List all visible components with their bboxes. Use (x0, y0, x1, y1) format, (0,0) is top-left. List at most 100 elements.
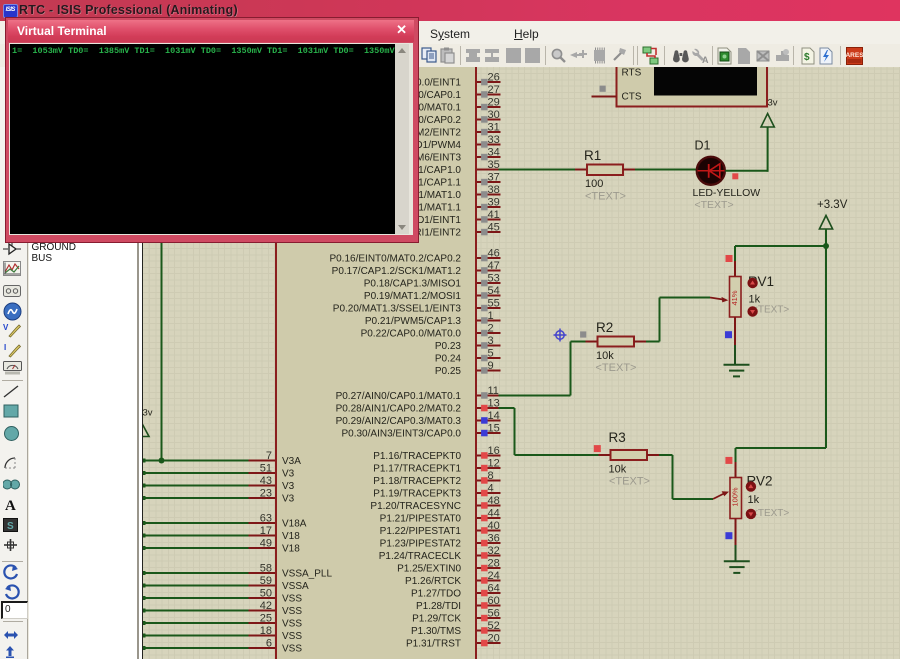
svg-text:50: 50 (260, 588, 272, 600)
svg-text:15: 15 (488, 423, 500, 435)
svg-text:P0.25: P0.25 (435, 366, 462, 377)
svg-text:P0.21/PWM5/CAP1.3: P0.21/PWM5/CAP1.3 (365, 316, 462, 327)
svg-text:43: 43 (260, 475, 272, 487)
svg-text:58: 58 (260, 563, 272, 575)
svg-text:10k: 10k (609, 464, 627, 476)
svg-text:P0.19/MAT1.2/MOSI1: P0.19/MAT1.2/MOSI1 (364, 291, 462, 302)
svg-text:P0.20/MAT1.3/SSEL1/EINT3: P0.20/MAT1.3/SSEL1/EINT3 (333, 304, 462, 315)
svg-text:V18: V18 (282, 531, 300, 542)
svg-text:31: 31 (488, 122, 500, 134)
svg-text:P1.19/TRACEPKT3: P1.19/TRACEPKT3 (373, 489, 461, 500)
svg-text:33: 33 (488, 134, 500, 146)
svg-text:V18: V18 (282, 544, 300, 555)
svg-text:V: V (3, 323, 9, 332)
svg-text:41%: 41% (730, 290, 739, 305)
svg-text:<TEXT>: <TEXT> (585, 191, 626, 203)
svg-text:54: 54 (488, 285, 500, 297)
svg-text:26: 26 (488, 72, 500, 84)
svg-text:V18A: V18A (282, 519, 307, 530)
svg-text:1k: 1k (748, 494, 760, 506)
svg-text:P0.29/AIN2/CAP0.3/MAT0.3: P0.29/AIN2/CAP0.3/MAT0.3 (336, 416, 462, 427)
svg-text:P1.23/PIPESTAT2: P1.23/PIPESTAT2 (380, 539, 462, 550)
svg-text:A: A (702, 55, 709, 64)
svg-text:29: 29 (488, 97, 500, 109)
svg-text:P1.16/TRACEPKT0: P1.16/TRACEPKT0 (373, 451, 461, 462)
svg-text:25: 25 (260, 613, 272, 625)
svg-text:P1.20/TRACESYNC: P1.20/TRACESYNC (370, 501, 461, 512)
svg-text:35: 35 (488, 159, 500, 171)
svg-text:41: 41 (488, 209, 500, 221)
svg-text:S: S (7, 521, 14, 532)
svg-text:VSSA_PLL: VSSA_PLL (282, 569, 332, 580)
svg-text:P0.17/CAP1.2/SCK1/MAT1.2: P0.17/CAP1.2/SCK1/MAT1.2 (332, 266, 462, 277)
svg-text:P0.22/CAP0.0/MAT0.0: P0.22/CAP0.0/MAT0.0 (361, 329, 462, 340)
svg-text:42: 42 (260, 600, 272, 612)
svg-text:13: 13 (488, 398, 500, 410)
svg-text:37: 37 (488, 172, 500, 184)
svg-text:44: 44 (488, 508, 500, 520)
svg-text:VSS: VSS (282, 594, 302, 605)
svg-text:LED-YELLOW: LED-YELLOW (693, 187, 761, 199)
svg-text:$: $ (804, 52, 810, 63)
svg-text:V3: V3 (282, 494, 295, 505)
svg-text:4: 4 (488, 483, 494, 495)
svg-text:39: 39 (488, 197, 500, 209)
svg-text:P1.22/PIPESTAT1: P1.22/PIPESTAT1 (380, 526, 462, 537)
svg-text:V3A: V3A (282, 456, 301, 467)
svg-text:VSSA: VSSA (282, 581, 309, 592)
svg-text:VSS: VSS (282, 619, 302, 630)
svg-text:<TEXT>: <TEXT> (695, 199, 734, 211)
svg-text:47: 47 (488, 260, 500, 272)
svg-text:<TEXT>: <TEXT> (752, 305, 789, 316)
svg-text:60: 60 (488, 595, 500, 607)
svg-text:56: 56 (488, 608, 500, 620)
svg-text:3v: 3v (143, 408, 153, 419)
svg-text:P0.28/AIN1/CAP0.2/MAT0.2: P0.28/AIN1/CAP0.2/MAT0.2 (336, 404, 462, 415)
svg-text:VSS: VSS (282, 631, 302, 642)
svg-text:+3.3V: +3.3V (817, 199, 848, 211)
svg-text:46: 46 (488, 248, 500, 260)
svg-text:49: 49 (260, 538, 272, 550)
svg-text:7: 7 (266, 450, 272, 462)
svg-text:P0.18/CAP1.3/MISO1: P0.18/CAP1.3/MISO1 (364, 279, 462, 290)
svg-text:3v: 3v (768, 98, 778, 109)
svg-text:11: 11 (488, 385, 499, 397)
svg-text:40: 40 (488, 520, 500, 532)
svg-text:P0.24: P0.24 (435, 354, 462, 365)
svg-text:P1.21/PIPESTAT0: P1.21/PIPESTAT0 (380, 514, 462, 525)
svg-text:55: 55 (488, 298, 500, 310)
svg-text:R1: R1 (584, 148, 601, 163)
svg-text:16: 16 (488, 445, 500, 457)
svg-text:18: 18 (260, 625, 272, 637)
svg-text:14: 14 (488, 410, 500, 422)
svg-text:63: 63 (260, 513, 272, 525)
svg-text:8: 8 (488, 470, 494, 482)
svg-text:ARES: ARES (846, 52, 863, 59)
svg-text:<TEXT>: <TEXT> (596, 362, 637, 374)
svg-text:P1.26/RTCK: P1.26/RTCK (405, 576, 461, 587)
svg-text:P1.17/TRACEPKT1: P1.17/TRACEPKT1 (373, 464, 461, 475)
svg-text:P0.30/AIN3/EINT3/CAP0.0: P0.30/AIN3/EINT3/CAP0.0 (341, 429, 461, 440)
svg-text:32: 32 (488, 545, 500, 557)
svg-text:<TEXT>: <TEXT> (609, 476, 650, 488)
svg-text:P1.25/EXTIN0: P1.25/EXTIN0 (397, 564, 461, 575)
svg-text:64: 64 (488, 583, 500, 595)
svg-text:I: I (4, 343, 6, 352)
svg-text:CTS: CTS (622, 92, 642, 103)
svg-text:17: 17 (260, 525, 272, 537)
svg-text:A: A (5, 498, 16, 512)
svg-text:48: 48 (488, 495, 500, 507)
svg-text:<TEXT>: <TEXT> (752, 508, 789, 519)
svg-text:P0.23: P0.23 (435, 341, 462, 352)
svg-text:P1.31/TRST: P1.31/TRST (406, 639, 461, 650)
svg-text:10k: 10k (596, 350, 614, 362)
svg-text:3: 3 (488, 335, 494, 347)
svg-text:R2: R2 (596, 320, 613, 335)
svg-text:12: 12 (488, 458, 500, 470)
svg-text:P1.30/TMS: P1.30/TMS (411, 626, 461, 637)
svg-text:9: 9 (488, 360, 494, 372)
svg-text:2: 2 (488, 323, 494, 335)
svg-text:D1: D1 (695, 139, 711, 153)
svg-text:100%: 100% (730, 487, 739, 507)
svg-text:VSS: VSS (282, 644, 302, 655)
